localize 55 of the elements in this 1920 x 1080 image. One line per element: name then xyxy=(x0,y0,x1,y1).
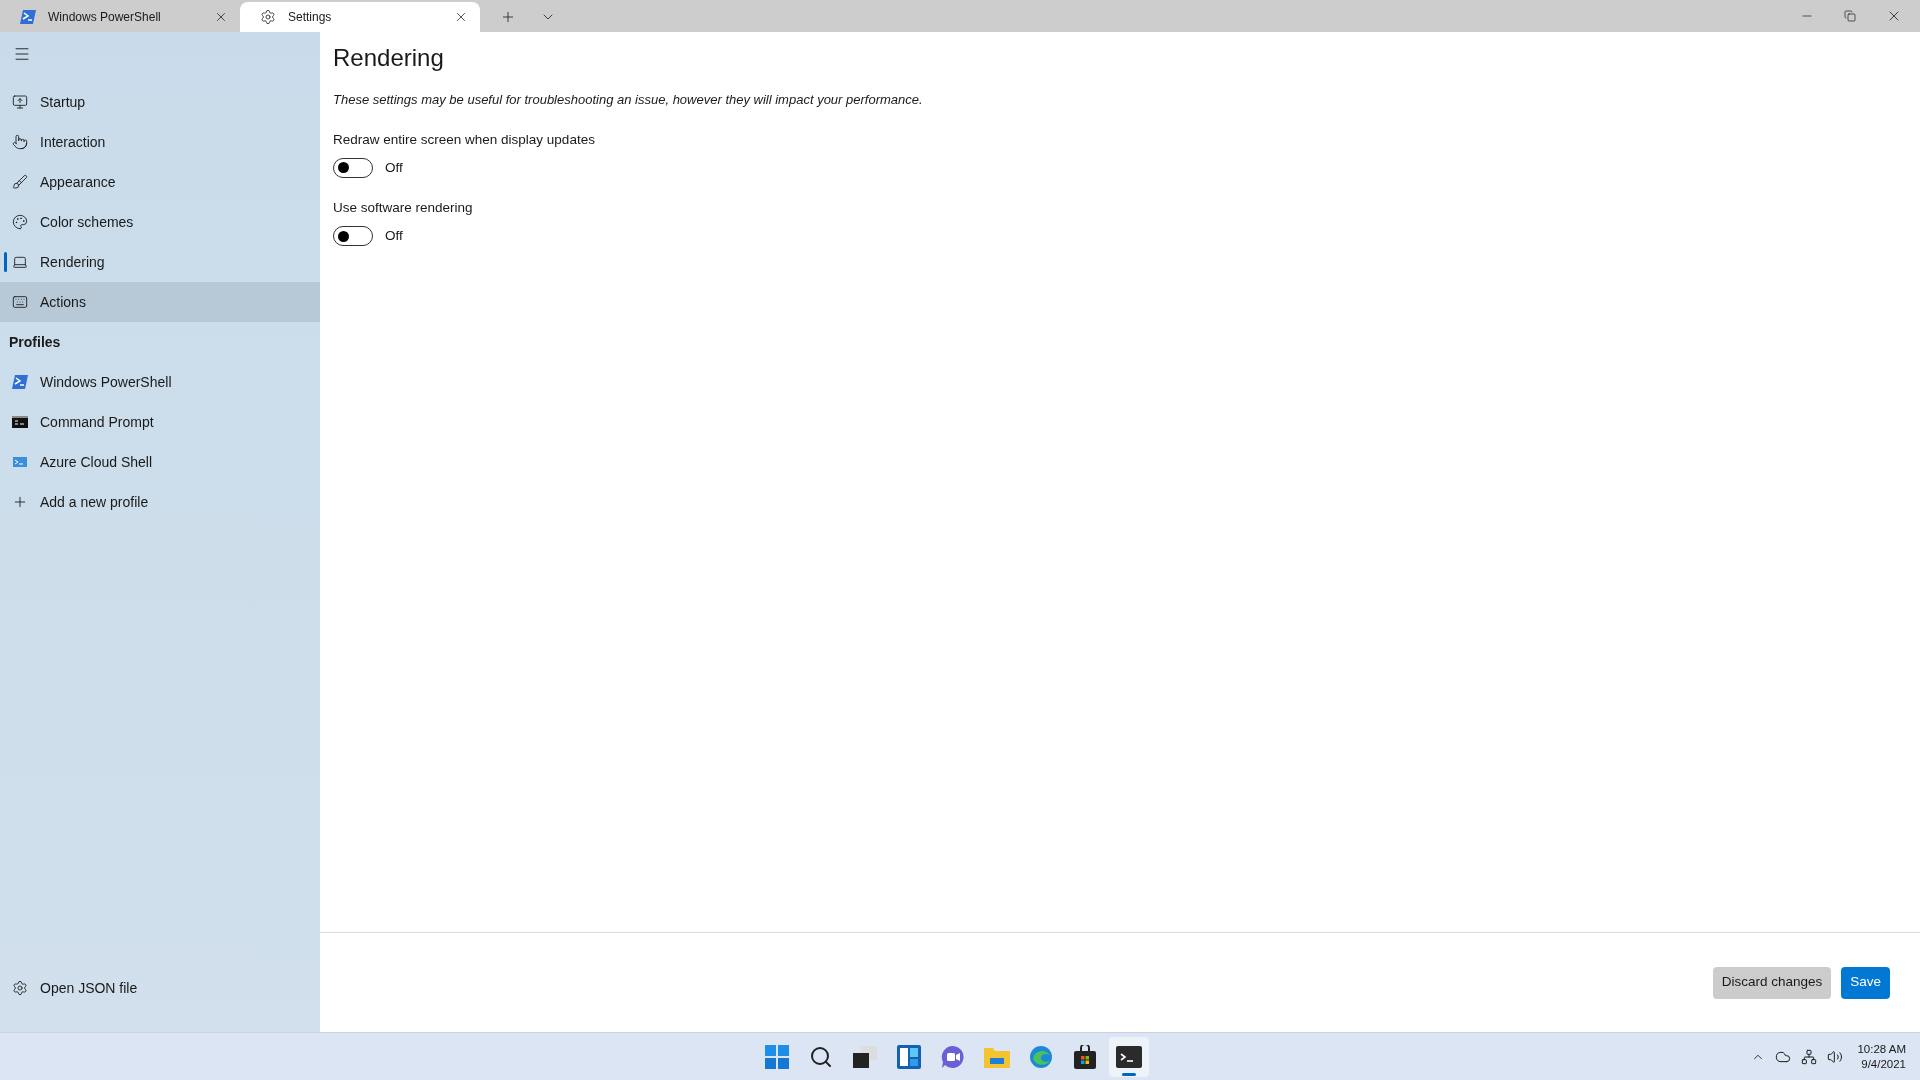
restore-icon[interactable] xyxy=(1844,10,1856,22)
pointer-hand-icon xyxy=(12,134,28,150)
command-prompt-icon xyxy=(12,416,28,428)
page-note: These settings may be useful for troubleshooting an issue, however they will impact your performance. xyxy=(333,91,924,109)
search-icon xyxy=(809,1044,833,1069)
nav-item[interactable]: Rendering xyxy=(0,242,320,282)
clock[interactable]: 10:28 AM 9/4/2021 xyxy=(1857,1041,1906,1072)
network-icon[interactable] xyxy=(1801,1048,1818,1065)
page-title: Rendering xyxy=(333,43,445,73)
powershell-icon xyxy=(20,10,36,24)
profile-item[interactable]: Add a new profile xyxy=(0,482,320,522)
speaker-icon[interactable] xyxy=(1827,1048,1844,1065)
settings-icon xyxy=(260,9,276,25)
close-icon[interactable] xyxy=(214,10,228,24)
browser-swirl-icon xyxy=(1029,1044,1053,1069)
windows-logo-icon xyxy=(765,1044,789,1069)
nav-item[interactable]: Startup xyxy=(0,82,320,122)
nav-item[interactable]: Interaction xyxy=(0,122,320,162)
taskbar-app[interactable] xyxy=(1109,1036,1149,1077)
task-view-icon xyxy=(853,1045,877,1068)
menu-icon[interactable] xyxy=(13,45,31,63)
toggle-state-text: Off xyxy=(385,227,403,246)
powershell-icon xyxy=(12,375,28,389)
brush-icon xyxy=(12,174,28,190)
setting-label: Redraw entire screen when display updates xyxy=(333,130,596,149)
toggle-switch[interactable] xyxy=(333,226,373,247)
settings-icon xyxy=(12,980,28,996)
folder-icon xyxy=(984,1045,1010,1068)
tab[interactable]: Settings xyxy=(240,2,480,32)
profile-item[interactable]: Windows PowerShell xyxy=(0,362,320,402)
discard-button[interactable]: Discard changes xyxy=(1712,966,1832,999)
tab[interactable]: Windows PowerShell xyxy=(0,2,240,32)
palette-icon xyxy=(12,214,28,230)
laptop-icon xyxy=(12,254,28,270)
save-button[interactable]: Save xyxy=(1841,966,1890,999)
monitor-arrow-icon xyxy=(12,94,28,110)
section-heading: Profiles xyxy=(9,332,61,352)
widgets-icon xyxy=(897,1044,921,1069)
keyboard-icon xyxy=(12,294,28,310)
setting-label: Use software rendering xyxy=(333,199,474,217)
nav-item[interactable]: Color schemes xyxy=(0,202,320,242)
close-icon[interactable] xyxy=(454,10,468,24)
shopping-bag-icon xyxy=(1074,1044,1096,1069)
toggle-switch[interactable] xyxy=(333,157,373,178)
open-json-item[interactable]: Open JSON file xyxy=(0,968,320,1008)
toggle-state-text: Off xyxy=(385,158,403,177)
terminal-icon xyxy=(1116,1045,1142,1068)
profile-item[interactable]: Command Prompt xyxy=(0,402,320,442)
terminal-window-icon xyxy=(13,457,27,467)
nav-item[interactable]: Appearance xyxy=(0,162,320,202)
profile-item[interactable]: Azure Cloud Shell xyxy=(0,442,320,482)
plus-icon xyxy=(12,494,28,510)
active-indicator xyxy=(1122,1072,1136,1076)
video-chat-icon xyxy=(941,1044,965,1069)
nav-item[interactable]: Actions xyxy=(0,282,320,322)
